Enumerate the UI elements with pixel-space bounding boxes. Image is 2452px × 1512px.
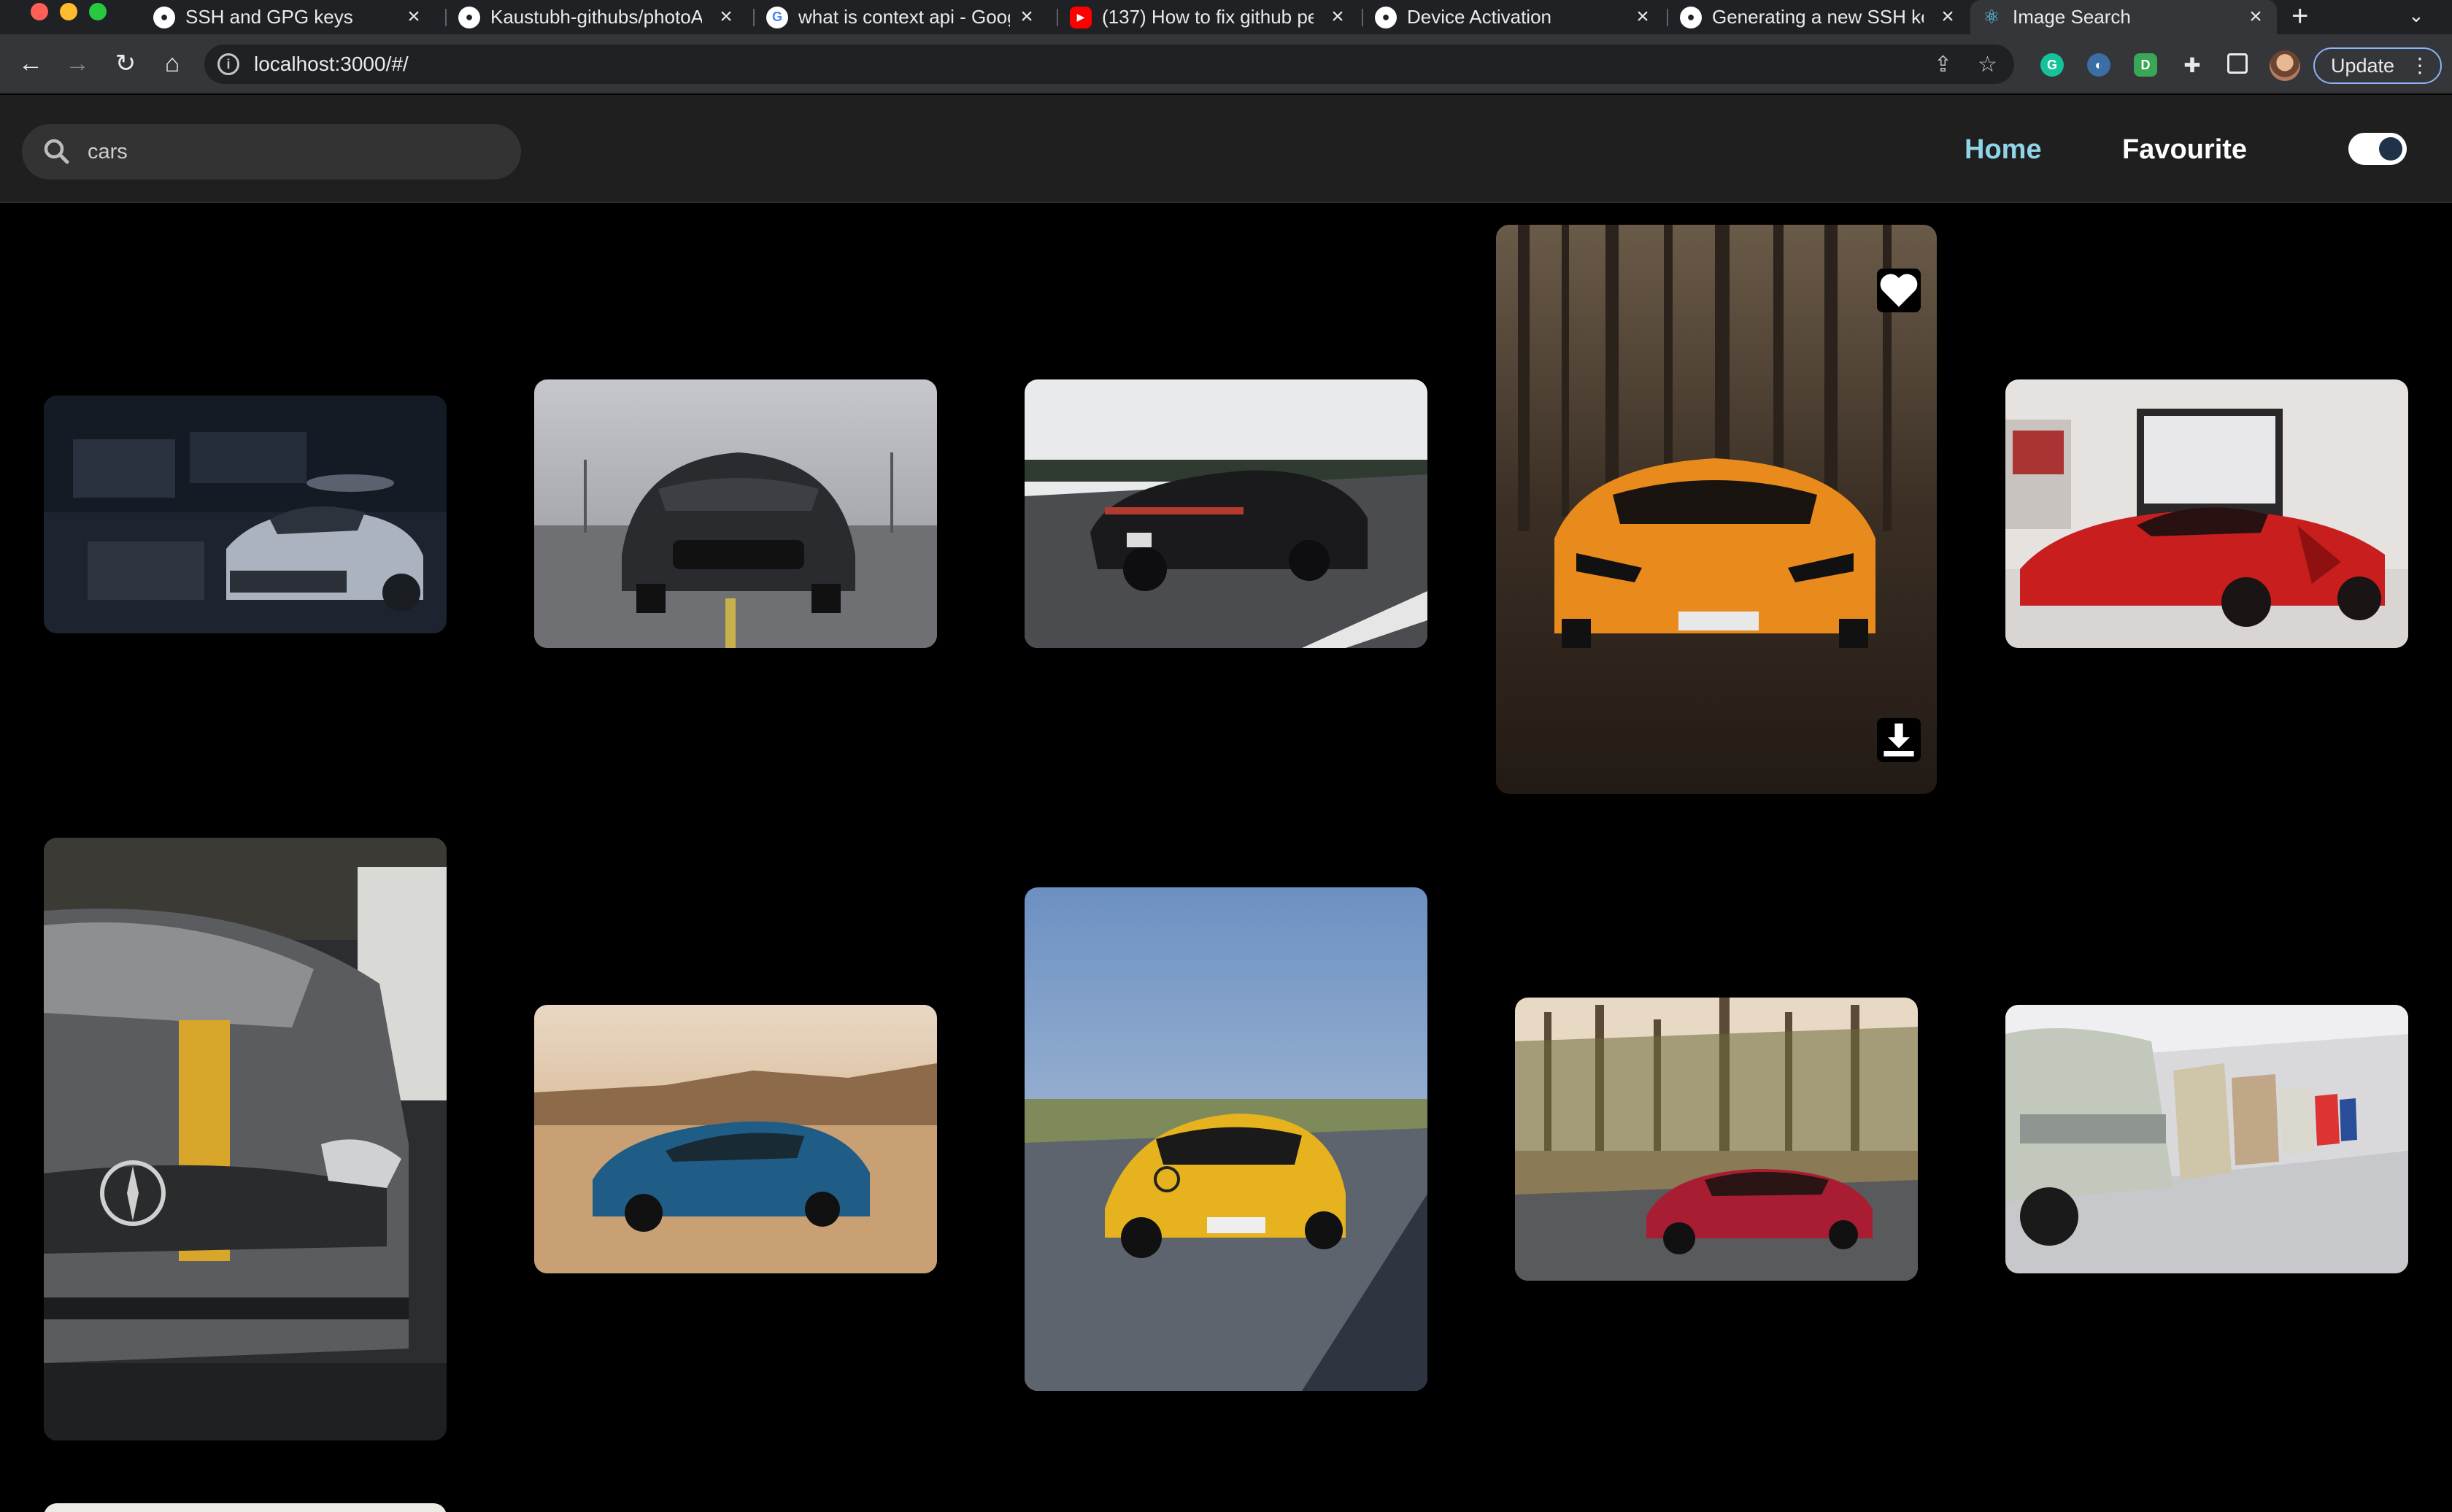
browser-tabstrip: ● SSH and GPG keys × ● Kaustubh-githubs/… — [0, 0, 2452, 34]
forward-arrow-icon[interactable]: → — [63, 50, 92, 77]
gallery-image-card[interactable] — [2005, 379, 2408, 648]
car-photo — [1496, 225, 1937, 794]
update-label: Update — [2331, 54, 2395, 77]
browser-toolbar: ← → ↻ ⌂ i localhost:3000/#/ ⇪ ☆ G ◐ D ✚ … — [0, 34, 2452, 94]
github-icon: ● — [1375, 6, 1397, 28]
more-vertical-icon[interactable]: ⋮ — [2410, 53, 2430, 77]
car-photo — [1515, 998, 1918, 1281]
close-icon[interactable]: × — [715, 6, 737, 28]
home-icon[interactable]: ⌂ — [158, 50, 187, 77]
car-photo — [2005, 379, 2408, 648]
github-icon: ● — [1680, 6, 1702, 28]
gallery-image-card[interactable] — [2005, 1005, 2408, 1273]
gallery-image-card[interactable] — [534, 1005, 937, 1273]
search-icon — [41, 136, 73, 168]
heart-icon — [1880, 274, 1918, 307]
window-minimize-button[interactable] — [60, 3, 77, 20]
github-icon: ● — [153, 6, 175, 28]
google-icon: G — [766, 6, 788, 28]
browser-tab[interactable]: ● Device Activation × — [1365, 0, 1664, 34]
tab-title: what is context api - Google Search — [798, 6, 1010, 28]
window-zoom-button[interactable] — [89, 3, 107, 20]
theme-toggle[interactable] — [2348, 133, 2407, 165]
close-icon[interactable]: × — [2245, 6, 2267, 28]
extension-icon[interactable]: D — [2134, 53, 2157, 77]
youtube-icon: ▶ — [1070, 6, 1092, 28]
car-photo — [44, 1503, 447, 1512]
search-bar[interactable] — [22, 124, 521, 180]
browser-tab[interactable]: ● Generating a new SSH key × — [1670, 0, 1969, 34]
nav-home-link[interactable]: Home — [1965, 134, 2042, 166]
site-info-icon[interactable]: i — [217, 53, 239, 75]
car-photo — [534, 1005, 937, 1273]
star-bookmark-icon[interactable]: ☆ — [1978, 45, 1997, 84]
car-photo — [1025, 887, 1427, 1391]
gallery-image-card[interactable] — [1515, 998, 1918, 1281]
close-icon[interactable]: × — [403, 6, 425, 28]
browser-tab[interactable]: ● SSH and GPG keys × — [143, 0, 435, 34]
url-text: localhost:3000/#/ — [254, 53, 409, 75]
tab-title: Kaustubh-githubs/photoApp — [490, 6, 702, 28]
toggle-knob — [2379, 137, 2402, 161]
gallery-image-card[interactable] — [1025, 379, 1427, 648]
tab-title: SSH and GPG keys — [185, 6, 353, 28]
search-input[interactable] — [88, 139, 496, 164]
close-icon[interactable]: × — [1327, 6, 1349, 28]
car-photo — [44, 396, 447, 633]
browser-tab[interactable]: G what is context api - Google Search × — [756, 0, 1048, 34]
gallery-image-card[interactable] — [44, 1503, 447, 1512]
gallery-image-card[interactable] — [1025, 887, 1427, 1391]
new-tab-button[interactable]: + — [2291, 1, 2308, 31]
close-icon[interactable]: × — [1016, 6, 1038, 28]
extension-icon[interactable]: ◐ — [2087, 53, 2110, 77]
tab-search-chevron-icon[interactable]: ⌄ — [2408, 4, 2424, 27]
app-header: Home Favourite — [0, 95, 2452, 203]
close-icon[interactable]: × — [1937, 6, 1959, 28]
reload-icon[interactable]: ↻ — [111, 50, 140, 77]
car-photo — [2005, 1005, 2408, 1273]
car-photo — [534, 379, 937, 648]
back-arrow-icon[interactable]: ← — [16, 50, 45, 77]
browser-tab-active[interactable]: ⚛ Image Search × — [1970, 0, 2277, 34]
favourite-button[interactable] — [1877, 269, 1921, 312]
gallery-image-card[interactable] — [44, 396, 447, 633]
profile-avatar[interactable] — [2270, 50, 2300, 81]
close-icon[interactable]: × — [1632, 6, 1654, 28]
tab-title: Device Activation — [1407, 6, 1551, 28]
puzzle-extensions-icon[interactable]: ✚ — [2181, 53, 2204, 77]
grammarly-extension-icon[interactable]: G — [2040, 53, 2064, 77]
tab-title: Image Search — [2013, 6, 2131, 28]
address-bar[interactable]: i localhost:3000/#/ ⇪ ☆ — [204, 45, 2014, 84]
gallery-image-card-hovered[interactable] — [1496, 225, 1937, 794]
tab-title: Generating a new SSH key — [1712, 6, 1924, 28]
nav-favourite-link[interactable]: Favourite — [2122, 134, 2247, 166]
download-icon — [1884, 723, 1914, 757]
tab-title: (137) How to fix github permission — [1102, 6, 1314, 28]
gallery-image-card[interactable] — [44, 838, 447, 1440]
download-button[interactable] — [1877, 718, 1921, 762]
github-icon: ● — [458, 6, 480, 28]
side-panel-icon[interactable] — [2227, 53, 2248, 74]
share-icon[interactable]: ⇪ — [1934, 45, 1952, 84]
car-photo — [44, 838, 447, 1440]
gallery-image-card[interactable] — [534, 379, 937, 648]
car-photo — [1025, 379, 1427, 648]
browser-tab[interactable]: ▶ (137) How to fix github permission × — [1060, 0, 1359, 34]
react-icon: ⚛ — [1983, 6, 2000, 28]
window-close-button[interactable] — [31, 3, 48, 20]
update-button[interactable]: Update ⋮ — [2313, 47, 2442, 84]
browser-tab[interactable]: ● Kaustubh-githubs/photoApp × — [448, 0, 747, 34]
